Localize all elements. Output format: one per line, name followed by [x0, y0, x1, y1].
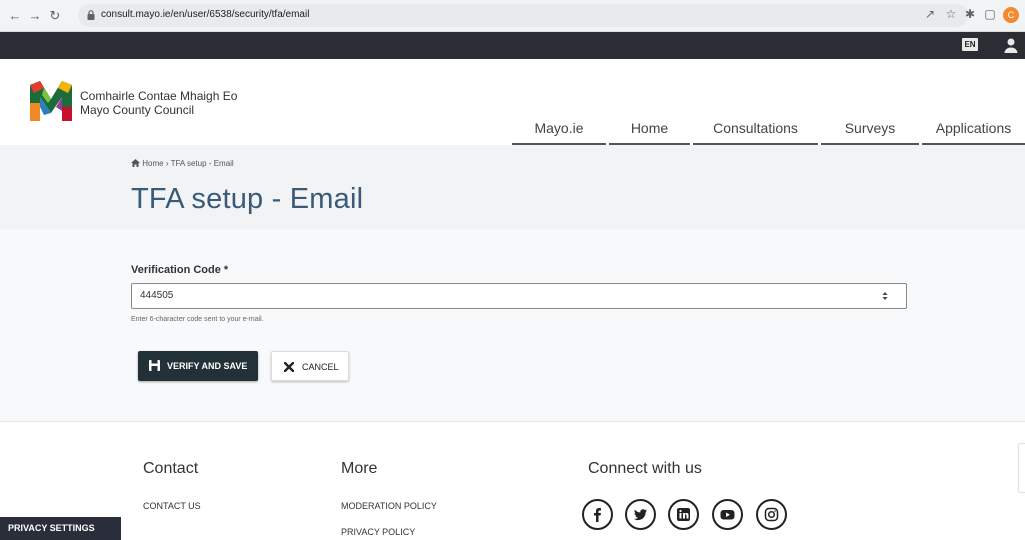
forward-icon[interactable]: → [28, 9, 42, 23]
input-value: 444505 [140, 290, 174, 301]
lock-icon [87, 10, 95, 20]
verification-form: Verification Code * 444505 Enter 6-chara… [0, 229, 1025, 422]
verify-and-save-button[interactable]: VERIFY AND SAVE [138, 351, 258, 381]
linkedin-glyph [677, 508, 690, 521]
contact-us-link[interactable]: CONTACT US [143, 501, 201, 511]
mayo-council-logo[interactable] [30, 81, 72, 121]
privacy-settings-button[interactable]: PRIVACY SETTINGS [0, 517, 121, 540]
footer-more-heading: More [341, 460, 378, 477]
profile-avatar[interactable]: C [1003, 7, 1019, 23]
site-header: Comhairle Contae Mhaigh Eo Mayo County C… [0, 59, 1025, 145]
home-icon [131, 159, 140, 167]
page-title: TFA setup - Email [131, 183, 364, 215]
verification-code-label: Verification Code * [131, 264, 228, 276]
nav-label: Mayo.ie [534, 120, 584, 136]
breadcrumb-current: TFA setup - Email [170, 159, 234, 168]
nav-consultations[interactable]: Consultations [693, 120, 818, 145]
required-mark: * [223, 264, 229, 276]
footer-connect-heading: Connect with us [588, 460, 702, 477]
youtube-glyph [720, 510, 735, 520]
nav-label: Applications [935, 120, 1012, 136]
twitter-icon[interactable] [625, 499, 656, 530]
side-panel-icon[interactable]: ▢ [982, 7, 998, 21]
user-icon[interactable] [1004, 37, 1018, 53]
youtube-icon[interactable] [712, 499, 743, 530]
nav-label: Home [630, 120, 669, 136]
save-button-label: VERIFY AND SAVE [167, 361, 248, 371]
label-text: Verification Code [131, 264, 221, 276]
reload-icon[interactable]: ↻ [48, 9, 62, 23]
nav-home[interactable]: Home [609, 120, 690, 145]
bookmark-star-icon[interactable]: ☆ [943, 7, 959, 21]
moderation-policy-link[interactable]: MODERATION POLICY [341, 501, 437, 511]
number-spinner-icon[interactable] [882, 291, 888, 301]
twitter-glyph [633, 509, 647, 521]
close-icon [284, 362, 294, 372]
instagram-glyph [764, 507, 779, 522]
nav-applications[interactable]: Applications [922, 120, 1025, 145]
nav-label: Consultations [713, 120, 798, 136]
breadcrumb: Home › TFA setup - Email [131, 159, 234, 168]
verification-code-input[interactable]: 444505 [131, 283, 907, 309]
save-icon [149, 360, 160, 371]
facebook-glyph [594, 508, 601, 522]
nav-label: Surveys [844, 120, 896, 136]
extensions-icon[interactable]: ✱ [962, 7, 978, 21]
feedback-side-tab[interactable] [1018, 443, 1025, 493]
top-utility-bar: EN [0, 32, 1025, 59]
footer-contact-heading: Contact [143, 460, 199, 477]
nav-surveys[interactable]: Surveys [821, 120, 919, 145]
breadcrumb-home[interactable]: Home [142, 159, 163, 168]
url-text: consult.mayo.ie/en/user/6538/security/tf… [101, 9, 310, 20]
privacy-policy-link[interactable]: PRIVACY POLICY [341, 527, 415, 537]
org-name-irish: Comhairle Contae Mhaigh Eo [80, 89, 238, 103]
browser-toolbar: ← → ↻ consult.mayo.ie/en/user/6538/secur… [0, 0, 1025, 32]
help-text: Enter 6-character code sent to your e-ma… [131, 316, 264, 323]
site-footer: Contact CONTACT US More MODERATION POLIC… [0, 423, 1025, 540]
cancel-button-label: CANCEL [302, 362, 339, 372]
cancel-button[interactable]: CANCEL [271, 351, 349, 381]
instagram-icon[interactable] [756, 499, 787, 530]
nav-mayo-ie[interactable]: Mayo.ie [512, 120, 606, 145]
language-switcher[interactable]: EN [962, 38, 978, 51]
facebook-icon[interactable] [582, 499, 613, 530]
linkedin-icon[interactable] [668, 499, 699, 530]
share-icon[interactable]: ↗ [922, 7, 938, 21]
back-icon[interactable]: ← [8, 9, 22, 23]
address-bar[interactable]: consult.mayo.ie/en/user/6538/security/tf… [78, 4, 968, 27]
breadcrumb-separator: › [165, 159, 169, 168]
page-title-band: Home › TFA setup - Email TFA setup - Ema… [0, 145, 1025, 229]
org-name-english: Mayo County Council [80, 103, 195, 117]
